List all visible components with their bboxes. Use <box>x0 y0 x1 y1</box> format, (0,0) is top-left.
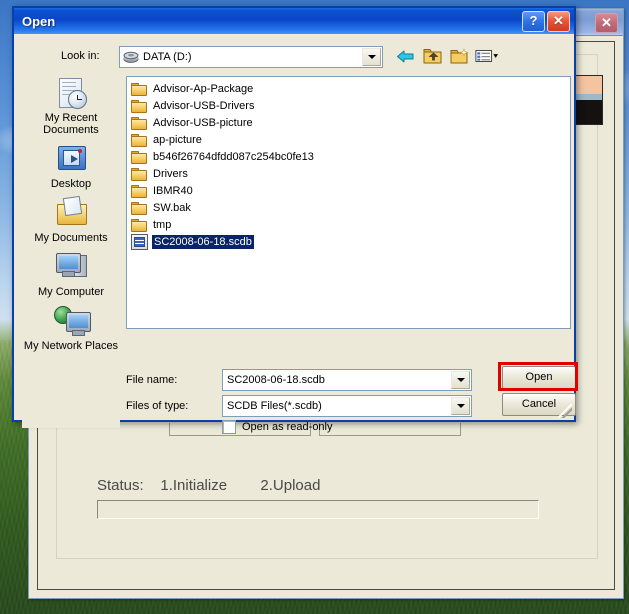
file-name-label: Advisor-USB-picture <box>153 116 253 129</box>
dialog-toolbar <box>394 46 498 66</box>
create-new-folder-icon[interactable] <box>448 46 471 67</box>
list-item[interactable]: ap-picture <box>127 131 570 148</box>
drive-icon <box>123 50 139 64</box>
views-icon[interactable] <box>475 46 498 67</box>
file-name-label: b546f26764dfdd087c254bc0fe13 <box>153 150 314 163</box>
back-icon[interactable] <box>394 46 417 67</box>
database-file-icon <box>131 233 148 250</box>
look-in-combobox[interactable]: DATA (D:) <box>119 46 383 68</box>
help-icon[interactable]: ? <box>522 10 545 32</box>
chevron-down-icon[interactable] <box>451 397 470 415</box>
my-documents-icon <box>53 195 89 230</box>
sidebar-item-label: My Computer <box>37 286 105 298</box>
desktop-icon <box>53 142 89 176</box>
list-item[interactable]: Advisor-USB-Drivers <box>127 97 570 114</box>
status-text: Status: 1.Initialize 2.Upload <box>97 477 321 494</box>
sidebar-item-desktop[interactable]: Desktop <box>22 142 120 190</box>
list-item[interactable]: Drivers <box>127 165 570 182</box>
sidebar-item-my-recent-documents[interactable]: My Recent Documents <box>22 76 120 136</box>
places-bar: My Recent Documents Desktop My Documents… <box>22 76 120 428</box>
list-item-selected[interactable]: SC2008-06-18.scdb <box>127 233 570 250</box>
look-in-value: DATA (D:) <box>143 51 192 63</box>
sidebar-item-my-documents[interactable]: My Documents <box>22 195 120 244</box>
list-item[interactable]: tmp <box>127 216 570 233</box>
folder-icon <box>131 184 147 198</box>
folder-icon <box>131 133 147 147</box>
files-of-type-value: SCDB Files(*.scdb) <box>227 400 322 412</box>
open-button[interactable]: Open <box>502 366 576 389</box>
file-name-label: SW.bak <box>153 201 191 214</box>
file-name-label: Advisor-USB-Drivers <box>153 99 255 112</box>
open-as-read-only-label: Open as read-only <box>242 421 333 433</box>
file-list[interactable]: Advisor-Ap-Package Advisor-USB-Drivers A… <box>126 76 571 329</box>
my-computer-icon <box>53 250 89 284</box>
chevron-down-icon[interactable] <box>451 371 470 389</box>
dialog-title: Open <box>22 13 56 29</box>
sidebar-item-label: My Documents <box>34 232 108 244</box>
open-file-dialog[interactable]: Open ? ✕ Look in: DATA (D:) My Recent Do… <box>12 6 578 434</box>
list-item[interactable]: Advisor-Ap-Package <box>127 80 570 97</box>
files-of-type-combobox[interactable]: SCDB Files(*.scdb) <box>222 395 472 417</box>
open-as-read-only-checkbox[interactable] <box>222 420 236 434</box>
folder-icon <box>131 167 147 181</box>
file-name-label: Advisor-Ap-Package <box>153 82 254 95</box>
look-in-row: Look in: DATA (D:) <box>14 46 574 68</box>
resize-grip[interactable] <box>558 404 572 418</box>
folder-icon <box>131 201 147 215</box>
file-name-value: SC2008-06-18.scdb <box>227 374 325 386</box>
list-item[interactable]: IBMR40 <box>127 182 570 199</box>
file-name-label: ap-picture <box>153 133 202 146</box>
folder-icon <box>131 218 147 232</box>
partially-hidden-button[interactable] <box>319 423 461 436</box>
list-item[interactable]: SW.bak <box>127 199 570 216</box>
look-in-label: Look in: <box>61 50 100 62</box>
file-name-label: SC2008-06-18.scdb <box>152 234 254 249</box>
dialog-titlebar[interactable]: Open ? ✕ <box>14 8 574 34</box>
sidebar-item-label: My Network Places <box>23 340 119 352</box>
folder-icon <box>131 82 147 96</box>
dialog-body: Look in: DATA (D:) My Recent Documents D… <box>14 34 578 434</box>
files-of-type-label: Files of type: <box>126 400 189 412</box>
sidebar-item-label: My Recent Documents <box>43 112 99 136</box>
file-name-label: tmp <box>153 218 172 231</box>
sidebar-item-my-computer[interactable]: My Computer <box>22 250 120 298</box>
my-network-places-icon <box>53 304 91 338</box>
up-one-level-icon[interactable] <box>421 46 444 67</box>
close-icon[interactable]: ✕ <box>547 10 570 32</box>
chevron-down-icon[interactable] <box>362 48 381 66</box>
folder-icon <box>131 99 147 113</box>
recent-documents-icon <box>53 76 89 110</box>
sidebar-item-label: Desktop <box>50 178 92 190</box>
titlebar-buttons: ? ✕ <box>522 10 570 32</box>
file-name-label: IBMR40 <box>153 184 193 197</box>
open-as-read-only-row[interactable]: Open as read-only <box>222 420 333 434</box>
file-name-input[interactable]: SC2008-06-18.scdb <box>222 369 472 391</box>
sidebar-item-my-network-places[interactable]: My Network Places <box>22 304 120 352</box>
list-item[interactable]: b546f26764dfdd087c254bc0fe13 <box>127 148 570 165</box>
file-name-label: Drivers <box>153 167 188 180</box>
folder-icon <box>131 116 147 130</box>
list-item[interactable]: Advisor-USB-picture <box>127 114 570 131</box>
progress-bar <box>97 500 539 519</box>
folder-icon <box>131 150 147 164</box>
file-name-label-static: File name: <box>126 374 178 386</box>
close-icon[interactable]: ✕ <box>595 13 618 33</box>
